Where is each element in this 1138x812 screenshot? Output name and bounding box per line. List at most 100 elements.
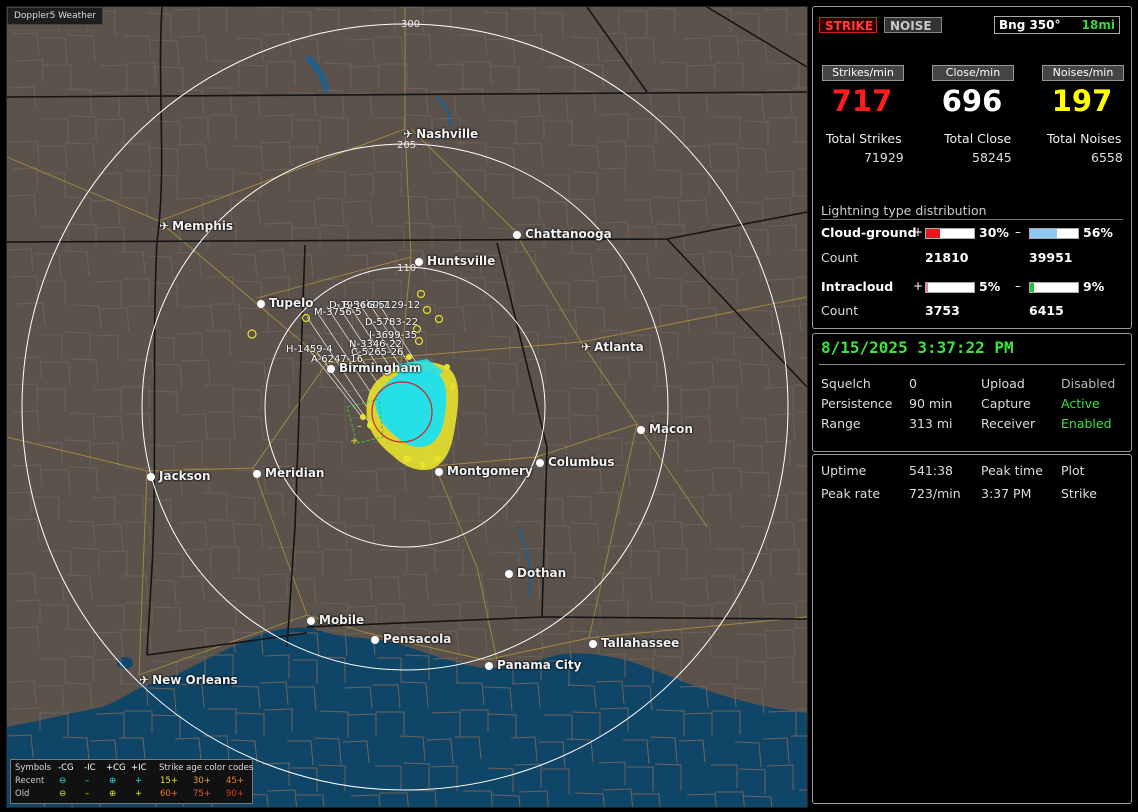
- range-ring-label: 205: [397, 140, 417, 151]
- intracloud-label: Intracloud: [821, 279, 894, 294]
- city-label: Jackson: [147, 469, 211, 483]
- city-label: Tallahassee: [589, 636, 679, 650]
- peak-time-label: Peak time: [981, 463, 1043, 478]
- capture-label: Capture: [981, 396, 1031, 411]
- city-name: Atlanta: [594, 340, 644, 354]
- city-label: Huntsville: [415, 254, 495, 268]
- old-age-code: 90+: [226, 789, 244, 799]
- total-noises-label: Total Noises: [1047, 131, 1122, 146]
- bearing-value: Bng 350°: [999, 18, 1061, 32]
- cg-positive-percent: 30%: [979, 225, 1009, 240]
- legend-symbols-label: Symbols: [15, 763, 52, 773]
- airport-icon: ✈: [139, 673, 150, 687]
- airport-icon: ✈: [159, 219, 170, 233]
- lake: [151, 713, 163, 721]
- noises-per-min-label: Noises/min: [1042, 65, 1124, 81]
- cg-negative-bar: [1029, 228, 1079, 239]
- total-close-label: Total Close: [944, 131, 1012, 146]
- city-label: Chattanooga: [513, 227, 612, 241]
- cg-negative-bar-fill: [1030, 229, 1057, 238]
- total-close-value: 58245: [972, 150, 1012, 165]
- city-name: Tupelo: [269, 296, 314, 310]
- city-label: Tupelo: [257, 296, 314, 310]
- recent-neg-ic-symbol-icon: –: [85, 776, 90, 786]
- stats-panel: Uptime 541:38 Peak time Plot Peak rate 7…: [812, 454, 1132, 804]
- cg-negative-count: 39951: [1029, 250, 1073, 265]
- ic-negative-bar: [1029, 282, 1079, 293]
- uptime-value: 541:38: [909, 463, 953, 478]
- legend-neg-cg: -CG: [58, 763, 74, 773]
- cg-positive-sign: +: [913, 225, 924, 239]
- city-label: ✈ Memphis: [159, 219, 233, 233]
- close-per-min-value: 696: [941, 84, 1003, 118]
- city-label: Pensacola: [371, 632, 451, 646]
- old-pos-ic-symbol-icon: +: [135, 789, 143, 799]
- persistence-value: 90 min: [909, 396, 953, 411]
- receiver-label: Receiver: [981, 416, 1036, 431]
- cloud-ground-label: Cloud-ground: [821, 225, 917, 240]
- persistence-label: Persistence: [821, 396, 893, 411]
- legend-recent-label: Recent: [15, 776, 45, 786]
- city-name: Tallahassee: [601, 636, 680, 650]
- ic-negative-sign: –: [1015, 279, 1021, 293]
- upload-value: Disabled: [1061, 376, 1116, 391]
- ic-positive-bar: [925, 282, 975, 293]
- airport-icon: ✈: [581, 340, 592, 354]
- legend-pos-cg: +CG: [106, 763, 126, 773]
- distance-value: 18mi: [1081, 18, 1115, 32]
- bearing-readout: Bng 350° 18mi: [994, 16, 1120, 34]
- noises-per-min-value: 197: [1051, 84, 1113, 118]
- city-dot-icon: [589, 640, 597, 648]
- current-datetime: 8/15/2025 3:37:22 PM: [821, 338, 1014, 357]
- noise-mode-button[interactable]: NOISE: [884, 17, 942, 33]
- city-dot-icon: [327, 365, 335, 373]
- city-label: Panama City: [485, 658, 581, 672]
- ic-positive-percent: 5%: [979, 279, 1001, 294]
- city-dot-icon: [147, 473, 155, 481]
- svg-text:–: –: [357, 421, 362, 432]
- plot-value[interactable]: Strike: [1061, 486, 1097, 501]
- ic-negative-bar-fill: [1030, 283, 1035, 292]
- city-name: Columbus: [548, 455, 615, 469]
- recent-neg-cg-symbol-icon: ⊖: [59, 776, 67, 786]
- recent-pos-ic-symbol-icon: +: [135, 776, 143, 786]
- city-dot-icon: [371, 636, 379, 644]
- ic-positive-sign: +: [913, 279, 924, 293]
- city-name: Macon: [649, 422, 693, 436]
- legend-pos-ic: +IC: [131, 763, 147, 773]
- city-label: Columbus: [536, 455, 615, 469]
- range-ring-label: 110: [397, 263, 417, 274]
- city-name: Memphis: [172, 219, 234, 233]
- recent-age-code: 30+: [193, 776, 211, 786]
- city-name: Mobile: [319, 613, 365, 627]
- total-noises-value: 6558: [1091, 150, 1123, 165]
- city-label: Meridian: [253, 466, 324, 480]
- peak-rate-label: Peak rate: [821, 486, 881, 501]
- recent-age-code: 15+: [160, 776, 178, 786]
- recent-age-code: 45+: [226, 776, 244, 786]
- city-name: Montgomery: [447, 464, 533, 478]
- ic-negative-count: 6415: [1029, 303, 1064, 318]
- cg-count-label: Count: [821, 250, 859, 265]
- old-age-code: 75+: [193, 789, 211, 799]
- legend-header-row: Symbols -CG -IC +CG +IC Strike age color…: [15, 763, 253, 775]
- city-label: Dothan: [505, 566, 566, 580]
- cg-negative-percent: 56%: [1083, 225, 1113, 240]
- old-pos-cg-symbol-icon: ⊕: [109, 789, 117, 799]
- storm-cell-label: D-5783-22: [365, 317, 419, 328]
- legend-old-row: Old ⊖ – ⊕ + 60+ 75+ 90+: [15, 789, 250, 801]
- strike-mode-button[interactable]: STRIKE: [819, 17, 877, 33]
- city-name: Meridian: [265, 466, 325, 480]
- city-dot-icon: [307, 617, 315, 625]
- strike-map[interactable]: + – Doppler5 Weather 300 205 110 ✈ Nashville…: [6, 6, 808, 808]
- city-dot-icon: [485, 662, 493, 670]
- plot-label: Plot: [1061, 463, 1085, 478]
- city-name: Chattanooga: [525, 227, 612, 241]
- range-ring-label: 300: [401, 19, 421, 30]
- old-age-code: 60+: [160, 789, 178, 799]
- city-label: Mobile: [307, 613, 364, 627]
- ic-positive-count: 3753: [925, 303, 960, 318]
- city-dot-icon: [513, 231, 521, 239]
- distribution-title: Lightning type distribution: [821, 203, 1123, 220]
- ic-positive-bar-fill: [926, 283, 929, 292]
